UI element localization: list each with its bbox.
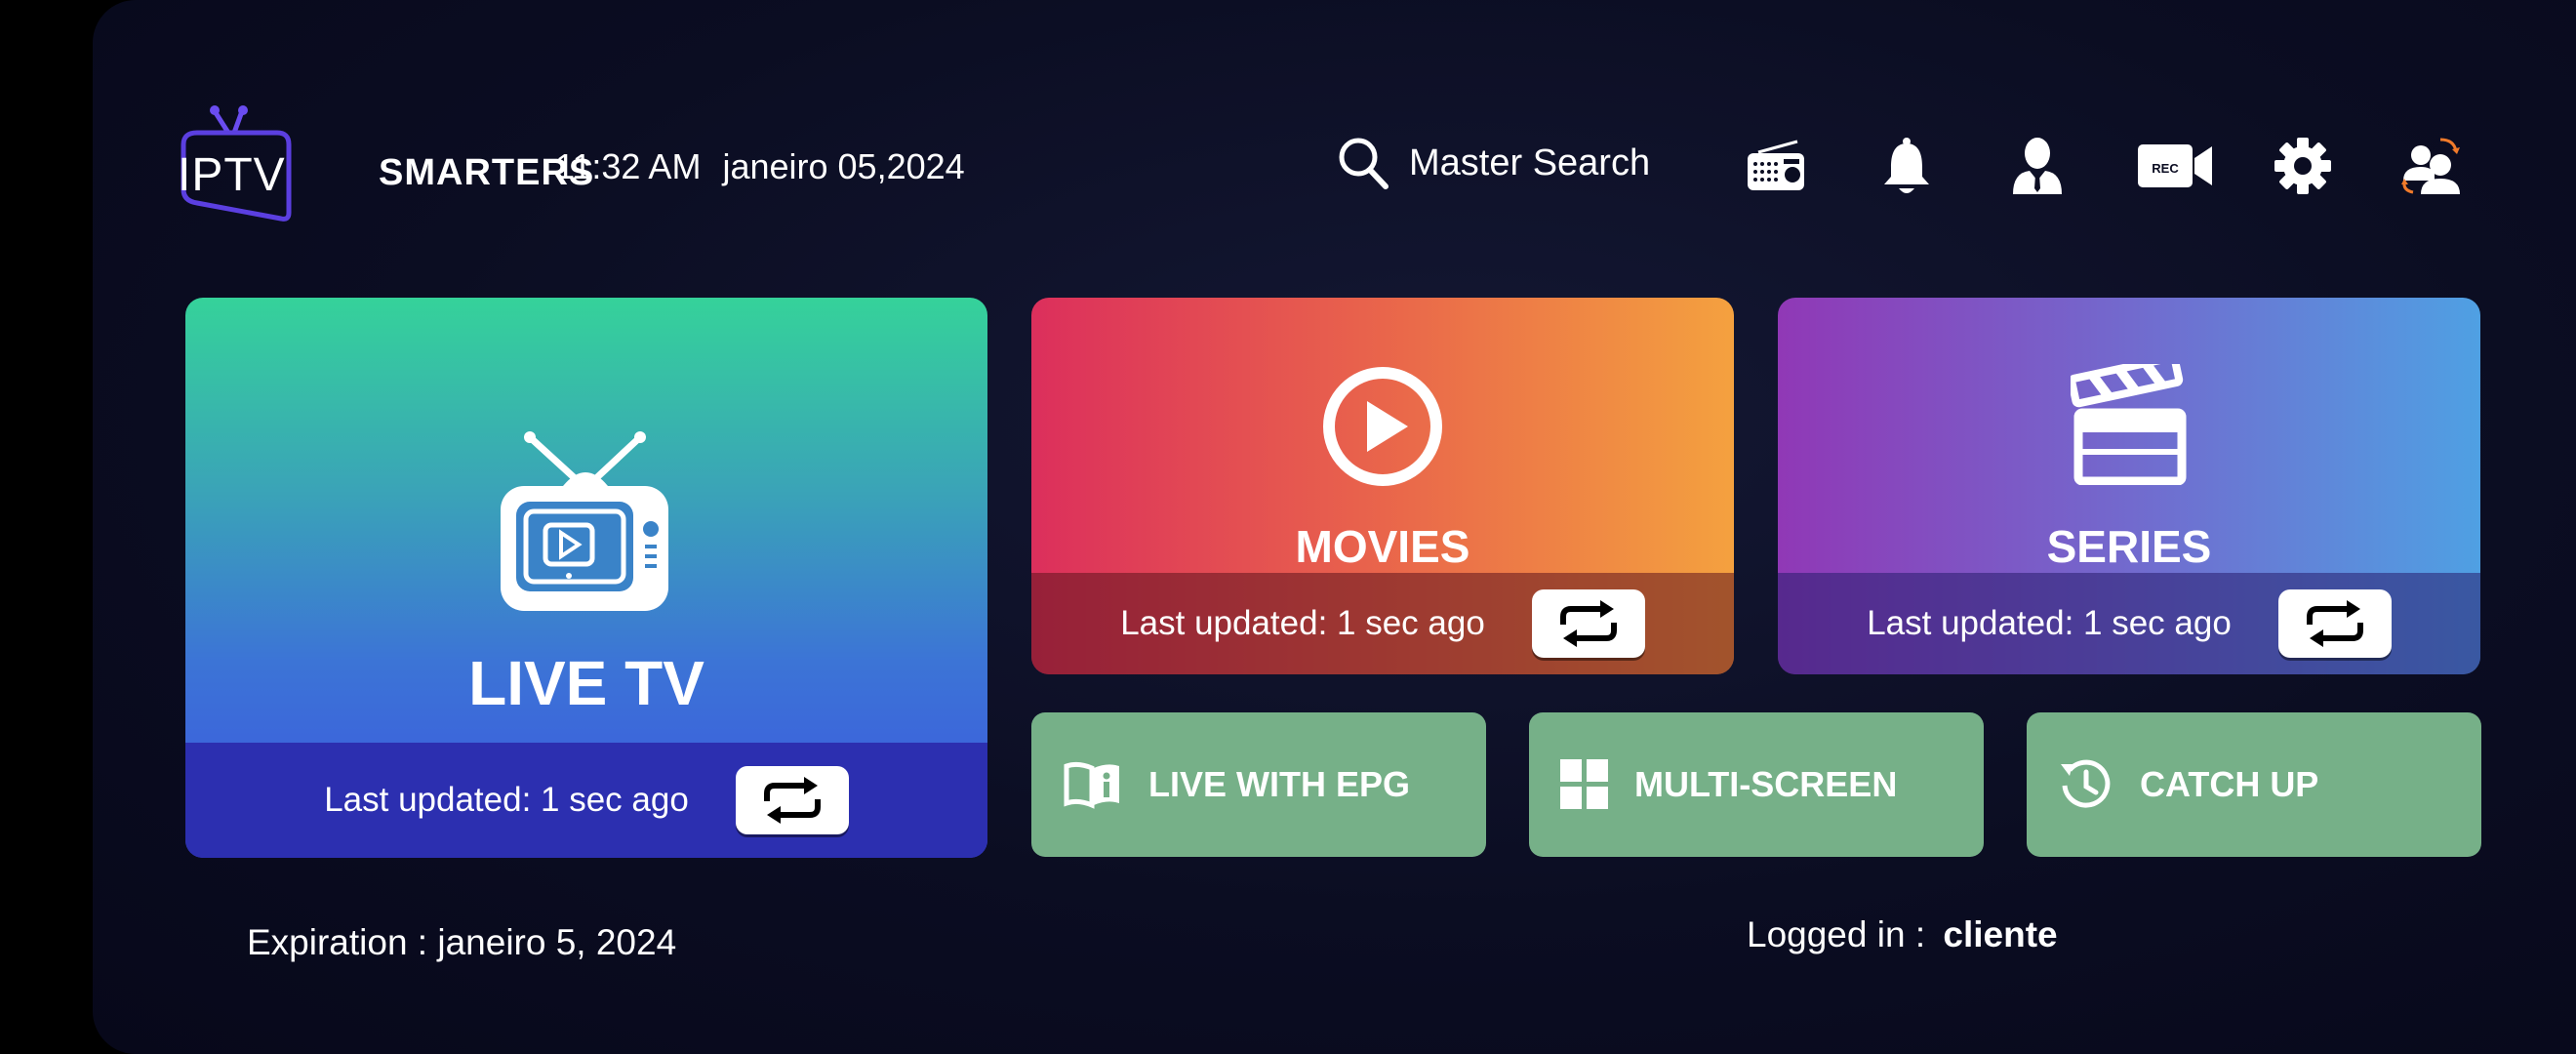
logged-in-label: Logged in : [1747,914,1926,954]
username: cliente [1943,914,2058,954]
live-tv-last-updated: Last updated: 1 sec ago [324,781,689,819]
series-last-updated: Last updated: 1 sec ago [1867,604,2232,642]
live-tv-tile[interactable]: LIVE TV Last updated: 1 sec ago [185,298,987,858]
refresh-icon [1559,600,1617,647]
movies-tile[interactable]: MOVIES Last updated: 1 sec ago [1031,298,1734,674]
history-icon [2061,759,2111,808]
tv-icon [501,431,668,611]
account-button[interactable] [2003,132,2072,200]
rec-camera-icon: REC [2138,144,2212,187]
multi-screen-button[interactable]: MULTI-SCREEN [1529,712,1984,857]
master-search-label: Master Search [1409,142,1651,183]
expiration-text: Expiration : janeiro 5, 2024 [247,922,677,962]
recordings-button[interactable]: REC [2134,132,2216,200]
radio-button[interactable] [1742,132,1810,200]
clock-date: janeiro 05,2024 [722,146,965,186]
movies-last-updated: Last updated: 1 sec ago [1120,604,1485,642]
app-logo: IPTV SMARTERS [176,98,605,224]
switch-user-button[interactable] [2397,132,2466,200]
series-tile[interactable]: SERIES Last updated: 1 sec ago [1778,298,2480,674]
play-icon [1323,367,1442,486]
series-refresh-button[interactable] [2277,589,2392,658]
notifications-button[interactable] [1872,132,1941,200]
user-icon [2013,138,2062,194]
grid-icon [1560,759,1608,809]
catch-up-label: CATCH UP [2140,764,2319,804]
home-screen: IPTV SMARTERS 11:32 AM janeiro 05,2024 M… [93,0,2576,1054]
live-tv-refresh-button[interactable] [735,766,849,834]
live-tv-title: LIVE TV [468,648,704,718]
book-info-icon [1064,761,1119,809]
clock: 11:32 AM janeiro 05,2024 [555,146,977,187]
logged-in-status: Logged in : cliente [1747,914,2058,955]
logo-text-iptv: IPTV [178,149,286,201]
refresh-icon [2306,600,2363,647]
catch-up-button[interactable]: CATCH UP [2027,712,2481,857]
live-with-epg-label: LIVE WITH EPG [1148,764,1411,804]
clock-time: 11:32 AM [555,146,702,186]
search-icon [1339,138,1389,189]
movies-footer: Last updated: 1 sec ago [1031,573,1734,674]
live-tv-footer: Last updated: 1 sec ago [185,743,987,858]
movies-refresh-button[interactable] [1531,589,1645,658]
refresh-icon [763,777,821,824]
gear-icon [2274,138,2331,194]
clapperboard-icon [2071,364,2187,485]
settings-button[interactable] [2269,132,2337,200]
radio-icon [1748,140,1804,190]
series-title: SERIES [2046,521,2212,572]
bell-icon [1884,138,1929,193]
switch-user-icon [2401,138,2460,194]
series-footer: Last updated: 1 sec ago [1778,573,2480,674]
rec-label: REC [2152,161,2179,176]
live-with-epg-button[interactable]: LIVE WITH EPG [1031,712,1486,857]
master-search-button[interactable]: Master Search [1337,132,1650,194]
multi-screen-label: MULTI-SCREEN [1634,764,1898,804]
movies-title: MOVIES [1295,521,1470,572]
